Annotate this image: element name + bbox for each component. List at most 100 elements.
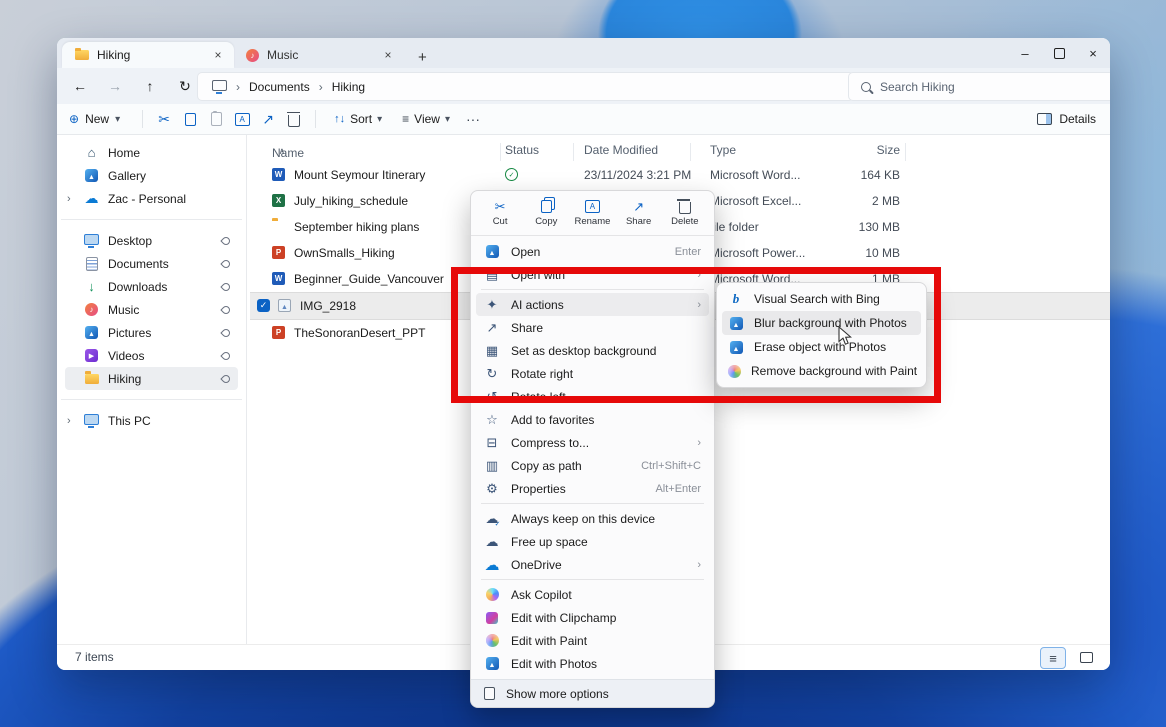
submenu-item[interactable]: b Visual Search with Bing — [722, 287, 921, 311]
sync-status-icon: ✓ — [505, 168, 518, 181]
navigation-pane: ⌂ Home ▲ Gallery › ☁ Zac - — [57, 135, 247, 645]
menu-item[interactable]: ☆ Add to favorites — [476, 408, 709, 431]
menu-item[interactable]: ↗ Share — [476, 316, 709, 339]
back-button[interactable]: ← — [68, 74, 92, 98]
submenu-item[interactable]: ▲ Blur background with Photos — [722, 311, 921, 335]
menu-item[interactable]: ▦ Set as desktop background — [476, 339, 709, 362]
details-pane-button[interactable]: Details — [1037, 112, 1096, 126]
file-size: 2 MB — [790, 194, 900, 208]
details-pane-icon — [1037, 113, 1052, 125]
tab-music[interactable]: ♪ Music × — [234, 42, 404, 68]
menu-item[interactable]: ⊟ Compress to... › — [476, 431, 709, 454]
sidebar-item-this-pc[interactable]: › This PC — [65, 409, 238, 432]
sidebar-item[interactable]: Documents — [65, 252, 238, 275]
search-input[interactable]: Search Hiking — [848, 72, 1110, 101]
list-view-button[interactable]: ≡ — [1040, 647, 1066, 669]
menu-item[interactable]: Ask Copilot — [476, 583, 709, 606]
tab-hiking[interactable]: Hiking × — [62, 42, 234, 68]
menu-item[interactable]: ▤ Open with › — [476, 263, 709, 286]
sort-icon: ↑↓ — [334, 113, 345, 125]
column-name[interactable]: Name ∧ — [272, 143, 279, 157]
more-options-button[interactable]: ··· — [460, 111, 486, 127]
menu-item[interactable]: Edit with Clipchamp — [476, 606, 709, 629]
quick-action-button[interactable]: Delete — [664, 199, 706, 227]
new-button[interactable]: ⊕ New ▾ — [69, 112, 120, 126]
sidebar-item[interactable]: ↓ Downloads — [65, 275, 238, 298]
copy-button[interactable] — [177, 113, 203, 126]
chevron-down-icon: ▾ — [445, 114, 450, 125]
minimize-button[interactable]: – — [1008, 39, 1042, 67]
menu-item[interactable] — [481, 289, 704, 290]
quick-actions-bar: ✂ Cut Copy A Rename ↗ Share — [471, 191, 714, 236]
cut-button[interactable]: ✂ — [151, 111, 177, 128]
forward-button[interactable]: → — [103, 74, 127, 98]
menu-item[interactable]: ✦ AI actions › — [476, 293, 709, 316]
delete-button[interactable] — [281, 112, 307, 127]
sidebar-item-label: Pictures — [108, 326, 151, 340]
column-status[interactable]: Status — [505, 143, 539, 157]
menu-item[interactable]: Edit with Paint — [476, 629, 709, 652]
menu-item[interactable]: ☁ Always keep on this device — [476, 507, 709, 530]
column-type[interactable]: Type — [710, 143, 736, 157]
chevron-right-icon[interactable]: › — [67, 193, 75, 205]
sidebar-item-icon: ↓ — [88, 279, 95, 294]
sidebar-item[interactable]: ♪ Music — [65, 298, 238, 321]
menu-item[interactable] — [481, 579, 704, 580]
quick-action-button[interactable]: A Rename — [571, 199, 613, 227]
sidebar-item[interactable]: ▶ Videos — [65, 344, 238, 367]
menu-item[interactable]: ↺ Rotate left — [476, 385, 709, 408]
refresh-button[interactable]: ↻ — [173, 74, 197, 98]
breadcrumb-hiking[interactable]: Hiking — [332, 80, 365, 94]
rename-button[interactable]: A — [229, 113, 255, 126]
close-button[interactable]: × — [1076, 39, 1110, 67]
paste-button[interactable] — [203, 112, 229, 126]
menu-item-icon: ⊟ — [487, 435, 498, 451]
quick-action-button[interactable]: ↗ Share — [618, 199, 660, 227]
column-size[interactable]: Size — [790, 143, 900, 157]
maximize-button[interactable] — [1042, 39, 1076, 67]
submenu-item[interactable]: ▲ Erase object with Photos — [722, 335, 921, 359]
menu-item[interactable]: ↻ Rotate right — [476, 362, 709, 385]
menu-item-icon: ↗ — [487, 320, 498, 336]
menu-item[interactable] — [481, 503, 704, 504]
breadcrumb[interactable]: › Documents › Hiking — [197, 72, 854, 101]
sidebar-item[interactable]: Desktop — [65, 229, 238, 252]
tab-close-icon[interactable]: × — [210, 47, 226, 63]
menu-item[interactable]: ☁ Free up space — [476, 530, 709, 553]
submenu-item[interactable]: Remove background with Paint — [722, 359, 921, 383]
chevron-right-icon: › — [319, 80, 323, 94]
new-tab-button[interactable]: + — [418, 49, 427, 68]
show-more-options[interactable]: Show more options — [471, 679, 714, 707]
table-row[interactable]: W Mount Seymour Itinerary ✓ 23/11/2024 3… — [250, 162, 1110, 188]
sidebar-item[interactable]: ▲ Pictures — [65, 321, 238, 344]
sidebar-item-label: Hiking — [108, 372, 141, 386]
menu-item[interactable]: ▲ Open Enter — [476, 240, 709, 263]
sort-button[interactable]: ↑↓ Sort ▾ — [334, 112, 382, 126]
sidebar-item-label: Gallery — [108, 169, 146, 183]
share-button[interactable]: ↗ — [255, 111, 281, 128]
quick-action-button[interactable]: ✂ Cut — [479, 199, 521, 227]
up-button[interactable]: ↑ — [138, 74, 162, 98]
sidebar-item-label: Music — [108, 303, 139, 317]
sidebar-item[interactable]: ⌂ Home — [65, 141, 238, 164]
file-type-icon: W — [272, 168, 285, 181]
thumbnail-view-button[interactable] — [1074, 647, 1098, 667]
menu-item-icon: ▤ — [486, 267, 498, 283]
tab-close-icon[interactable]: × — [380, 47, 396, 63]
file-name: IMG_2918 — [300, 299, 356, 313]
sidebar-item[interactable]: › ☁ Zac - Personal — [65, 187, 238, 210]
column-date-modified[interactable]: Date Modified — [584, 143, 658, 157]
menu-item[interactable]: ⚙ Properties Alt+Enter — [476, 477, 709, 500]
breadcrumb-documents[interactable]: Documents — [249, 80, 310, 94]
menu-item[interactable]: ▥ Copy as path Ctrl+Shift+C — [476, 454, 709, 477]
view-button[interactable]: ≡ View ▾ — [402, 112, 450, 126]
sidebar-item[interactable]: Hiking — [65, 367, 238, 390]
menu-item[interactable]: ☁ OneDrive › — [476, 553, 709, 576]
quick-action-button[interactable]: Copy — [525, 199, 567, 227]
chevron-right-icon[interactable]: › — [67, 415, 75, 427]
view-label: View — [414, 112, 440, 126]
sidebar-item[interactable]: ▲ Gallery — [65, 164, 238, 187]
row-checkbox[interactable]: ✓ — [257, 299, 270, 312]
menu-item-icon: ▲ — [486, 245, 499, 258]
menu-item[interactable]: ▲ Edit with Photos — [476, 652, 709, 675]
